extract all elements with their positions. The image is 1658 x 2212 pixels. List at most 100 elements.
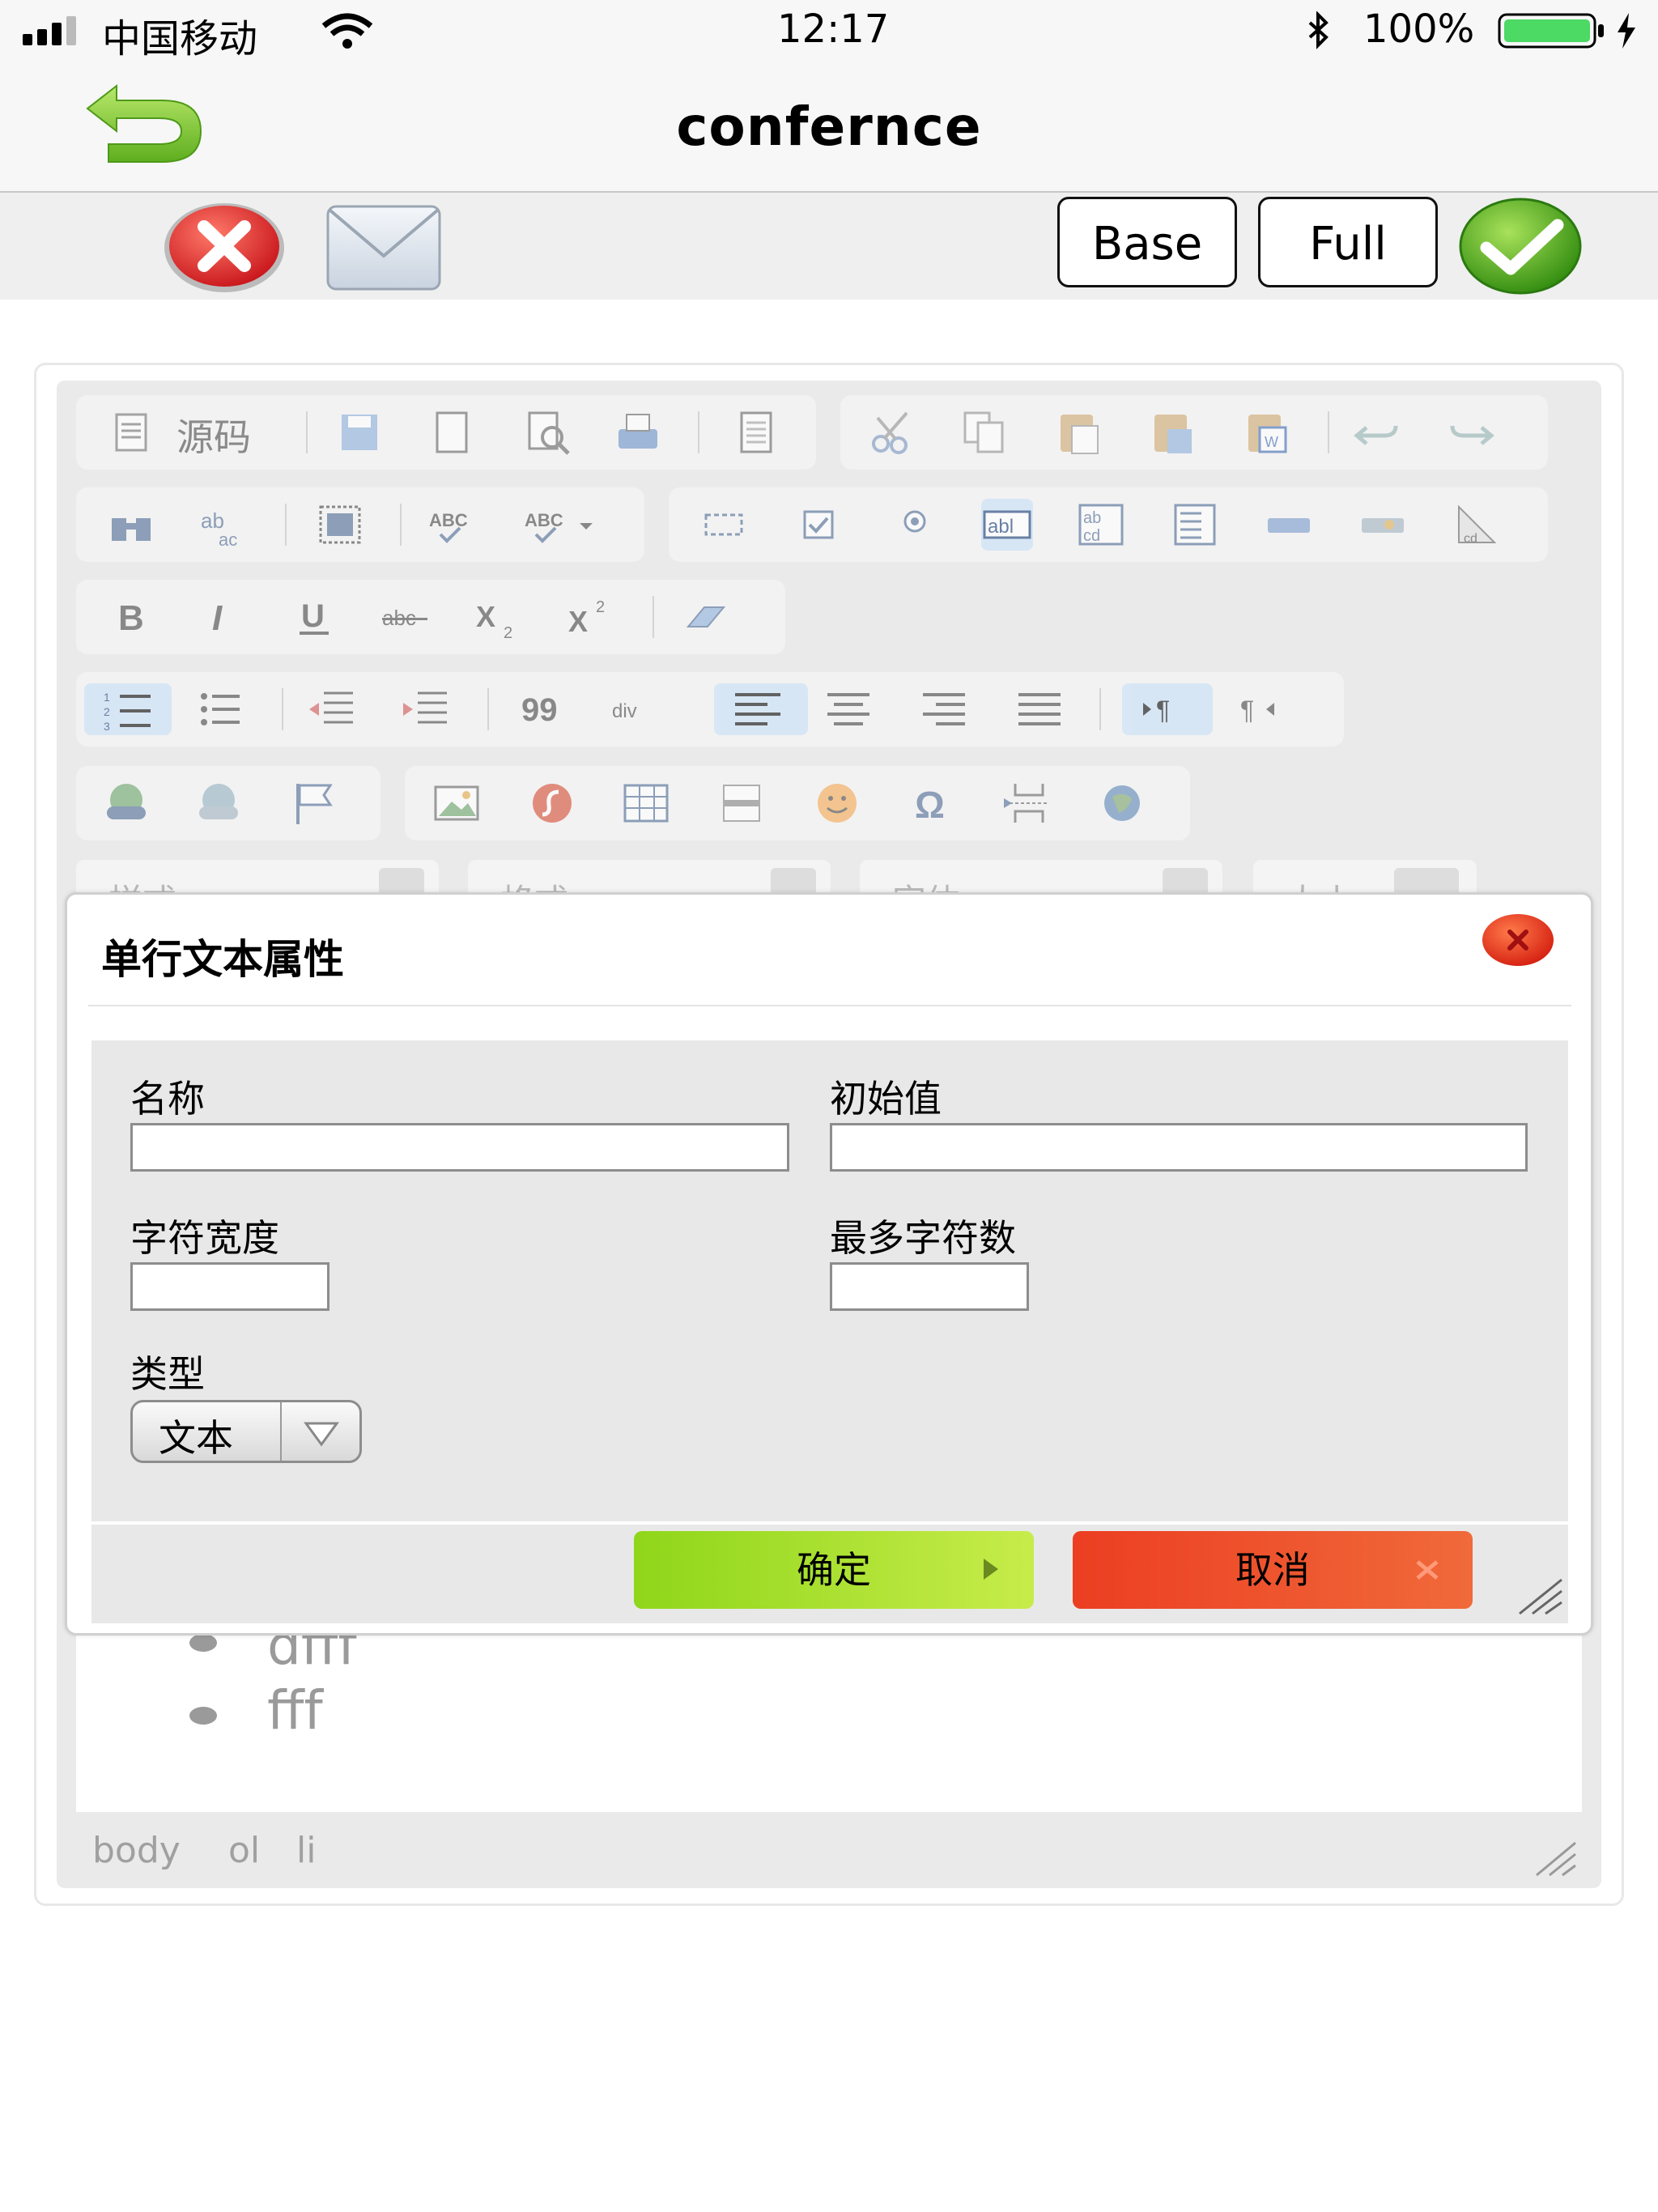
button-icon[interactable] (1263, 499, 1315, 551)
print-icon[interactable] (612, 406, 664, 458)
svg-text:99: 99 (521, 692, 558, 728)
iframe-icon[interactable] (1096, 777, 1148, 829)
paste-word-icon[interactable]: W (1240, 406, 1292, 458)
chevron-down-icon[interactable] (303, 1419, 340, 1448)
horizontal-rule-icon[interactable] (716, 777, 767, 829)
ok-button[interactable]: 确定 (634, 1531, 1034, 1609)
path-li[interactable]: li (296, 1830, 316, 1871)
source-icon[interactable] (105, 406, 157, 458)
radio-icon[interactable] (889, 499, 941, 551)
page-title: confernce (676, 96, 982, 158)
spellcheck-dropdown-icon[interactable]: ABC (521, 499, 602, 551)
full-mode-button[interactable]: Full (1258, 197, 1438, 287)
save-icon[interactable] (334, 406, 385, 458)
svg-text:B: B (118, 598, 144, 638)
resize-handle-icon[interactable] (1530, 1840, 1579, 1878)
select-list-icon[interactable] (1169, 499, 1221, 551)
char-width-label: 字符宽度 (130, 1216, 279, 1260)
anchor-icon[interactable] (288, 777, 340, 829)
svg-text:3: 3 (104, 720, 110, 733)
svg-text:abl: abl (988, 516, 1014, 538)
svg-text:div: div (612, 700, 637, 722)
image-button-icon[interactable] (1357, 499, 1409, 551)
spellcheck-icon[interactable]: ABC (426, 499, 478, 551)
textarea-icon[interactable]: abcd (1075, 499, 1127, 551)
replace-icon[interactable]: abac (198, 499, 249, 551)
list-item[interactable]: fff (267, 1679, 323, 1742)
align-right-icon[interactable] (918, 683, 970, 735)
smiley-icon[interactable] (811, 777, 863, 829)
initial-value-field[interactable] (830, 1123, 1528, 1172)
form-icon[interactable] (698, 499, 750, 551)
hidden-field-icon[interactable]: cd (1451, 499, 1503, 551)
dialog-title: 单行文本属性 (101, 936, 344, 983)
name-field[interactable] (130, 1123, 789, 1172)
type-select[interactable]: 文本 (130, 1400, 362, 1463)
bulleted-list-icon[interactable] (194, 683, 246, 735)
text-direction-ltr-icon[interactable]: ¶ (1122, 683, 1213, 735)
image-icon[interactable] (431, 777, 483, 829)
align-center-icon[interactable] (823, 683, 874, 735)
text-field-properties-dialog: 单行文本属性 名称 初始值 字符宽度 最多字符数 类型 文本 确定 取消 (65, 892, 1593, 1636)
superscript-icon[interactable]: X2 (565, 591, 617, 643)
base-mode-button[interactable]: Base (1057, 197, 1237, 287)
justify-icon[interactable] (1014, 683, 1065, 735)
editor-content-area[interactable]: dfff fff (76, 1614, 1582, 1812)
link-icon[interactable] (100, 777, 152, 829)
svg-text:cd: cd (1464, 532, 1477, 546)
new-page-icon[interactable] (426, 406, 478, 458)
text-direction-rtl-icon[interactable]: ¶ (1235, 683, 1287, 735)
toolbar-group-document: 源码 (76, 395, 816, 470)
undo-icon[interactable] (1352, 406, 1404, 458)
status-bar: 中国移动 12:17 100% (0, 0, 1658, 63)
charging-icon (1618, 13, 1635, 49)
select-all-icon[interactable] (314, 499, 366, 551)
remove-format-icon[interactable] (680, 591, 732, 643)
delete-icon[interactable] (162, 201, 287, 295)
path-body[interactable]: body (92, 1830, 181, 1871)
special-char-icon[interactable]: Ω (907, 777, 959, 829)
path-ol[interactable]: ol (228, 1830, 260, 1871)
dialog-resize-handle-icon[interactable] (1516, 1575, 1565, 1615)
confirm-check-icon[interactable] (1457, 196, 1584, 296)
max-chars-field[interactable] (830, 1262, 1029, 1311)
type-label: 类型 (130, 1352, 205, 1396)
indent-icon[interactable] (400, 683, 452, 735)
flash-icon[interactable] (526, 777, 578, 829)
svg-text:2: 2 (596, 598, 605, 616)
preview-icon[interactable] (521, 406, 573, 458)
checkbox-icon[interactable] (793, 499, 845, 551)
redo-icon[interactable] (1444, 406, 1496, 458)
cancel-button[interactable]: 取消 (1073, 1531, 1473, 1609)
mail-icon[interactable] (325, 204, 442, 291)
status-time: 12:17 (777, 6, 890, 52)
svg-text:ABC: ABC (525, 510, 563, 530)
copy-icon[interactable] (959, 406, 1010, 458)
page-break-icon[interactable] (1001, 777, 1052, 829)
blockquote-icon[interactable]: 99 (513, 683, 565, 735)
dialog-footer: 确定 取消 (91, 1525, 1568, 1623)
bold-icon[interactable]: B (105, 591, 157, 643)
text-field-icon[interactable]: abl (981, 499, 1033, 551)
numbered-list-icon[interactable]: 12 3 (84, 683, 172, 735)
paste-text-icon[interactable] (1146, 406, 1198, 458)
char-width-field[interactable] (130, 1262, 329, 1311)
italic-icon[interactable]: I (196, 591, 248, 643)
templates-icon[interactable] (730, 406, 782, 458)
outdent-icon[interactable] (306, 683, 358, 735)
source-label[interactable]: 源码 (176, 408, 251, 462)
underline-icon[interactable]: U (288, 591, 340, 643)
paste-icon[interactable] (1052, 406, 1104, 458)
svg-text:Ω: Ω (915, 784, 945, 826)
close-icon[interactable] (1479, 911, 1557, 969)
table-icon[interactable] (620, 777, 672, 829)
svg-text:1: 1 (104, 691, 110, 704)
find-icon[interactable] (105, 499, 157, 551)
unlink-icon[interactable] (193, 777, 244, 829)
align-left-icon[interactable] (714, 683, 808, 735)
create-div-icon[interactable]: div (609, 683, 661, 735)
cut-icon[interactable] (866, 406, 918, 458)
strikethrough-icon[interactable]: abc (380, 591, 432, 643)
svg-text:2: 2 (504, 624, 512, 642)
subscript-icon[interactable]: X2 (473, 591, 525, 643)
